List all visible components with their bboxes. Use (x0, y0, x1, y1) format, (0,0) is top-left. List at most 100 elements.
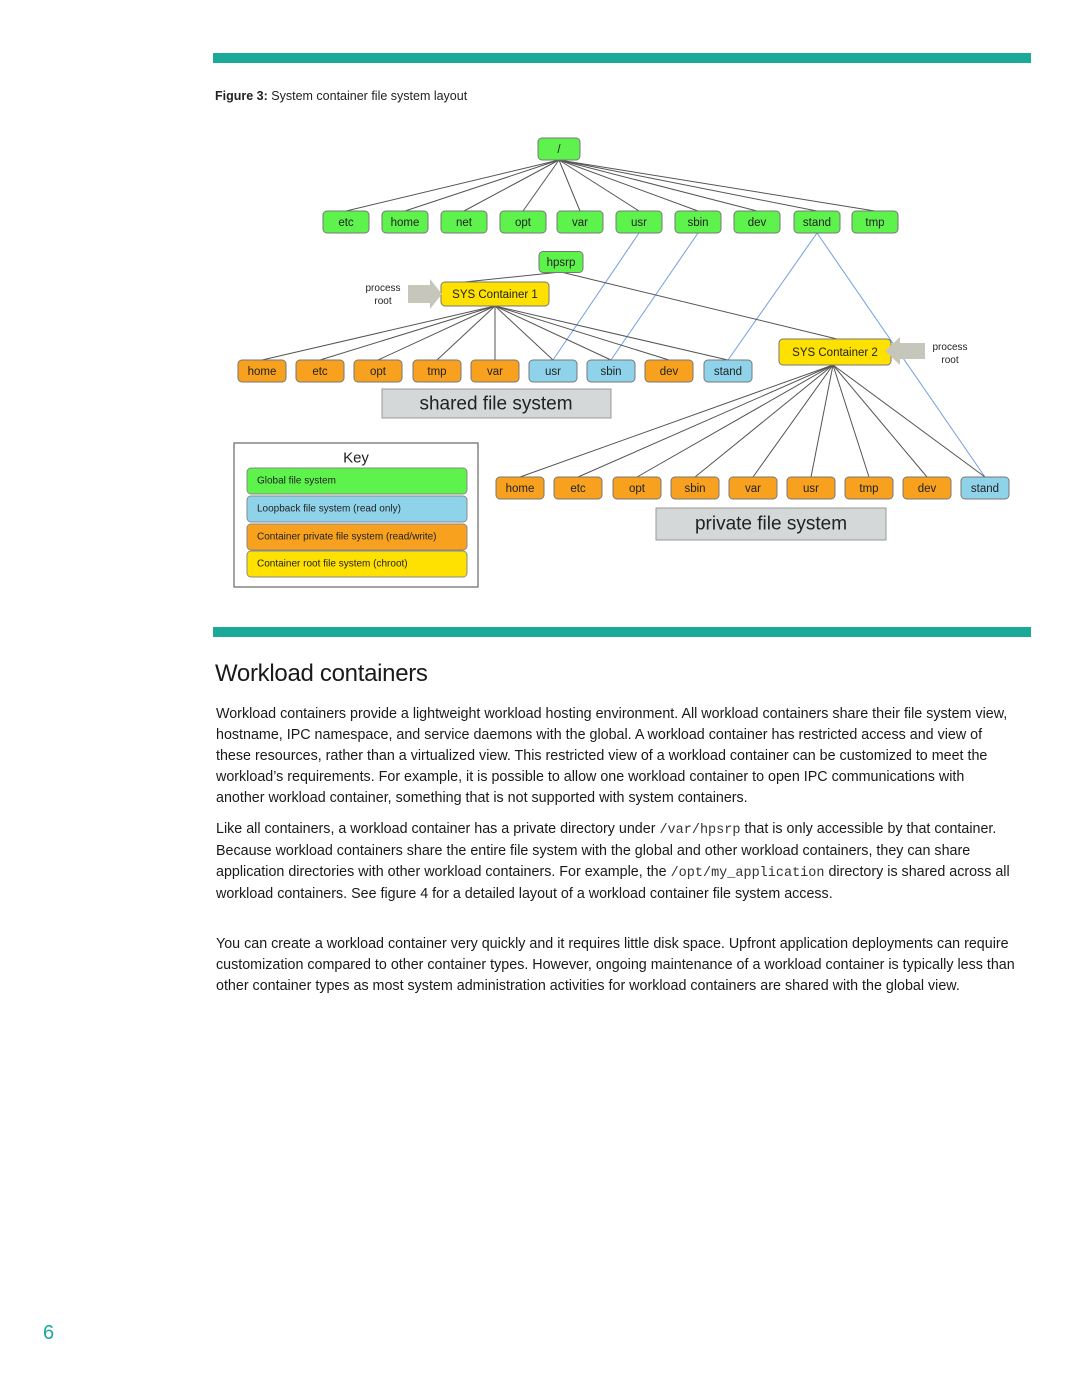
shared-file-system-label: shared file system (381, 388, 612, 419)
node-sys1-dev: dev (644, 359, 694, 383)
node-sys2-usr: usr (786, 476, 836, 500)
edge-sys1-stand (494, 305, 729, 361)
edge-root-var (558, 159, 581, 212)
node-sys1-stand: stand (703, 359, 753, 383)
page-number: 6 (43, 1322, 55, 1344)
node-sys1-tmp: tmp (412, 359, 462, 383)
node-sys2-stand: stand (960, 476, 1010, 500)
legend-label-private: Container private file system (read/writ… (257, 532, 437, 543)
edge-root-stand (558, 159, 818, 212)
shared-file-system-text: shared file system (419, 394, 572, 415)
node-sys1-usr: usr (528, 359, 578, 383)
legend-label-global: Global file system (257, 476, 336, 487)
node-top-stand-label: stand (803, 217, 831, 229)
node-sys2-tmp: tmp (844, 476, 894, 500)
edge-sys1-tmp (436, 305, 496, 361)
edge-root-etc (345, 159, 560, 212)
node-top-opt-label: opt (515, 217, 532, 229)
node-sys1-sbin: sbin (586, 359, 636, 383)
legend-key: Key Global file system Loopback file syste… (233, 442, 479, 588)
legend-item-root: Container root file system (chroot) (246, 550, 468, 578)
edge-root-home (404, 159, 560, 212)
edge-sys1-opt (377, 305, 496, 361)
node-sys-container-2-label: SYS Container 2 (792, 347, 878, 359)
private-file-system-text: private file system (695, 514, 847, 535)
node-top-tmp-label: tmp (865, 217, 884, 229)
node-sys1-usr-label: usr (545, 366, 561, 378)
edge-hpsrp-sys1 (454, 271, 562, 284)
filesystem-layout-diagram: / etc home net opt var usr sbin dev stand tmp hpsrp… (233, 137, 1010, 588)
node-hpsrp-label: hpsrp (547, 257, 576, 269)
node-top-etc: etc (322, 210, 370, 234)
process-root-label-2: process (932, 342, 967, 353)
node-sys-container-2: SYS Container 2 (778, 338, 892, 366)
edge-sys2-tmp (832, 364, 870, 478)
node-top-dev-label: dev (748, 217, 767, 229)
node-sys1-etc-label: etc (312, 366, 328, 378)
process-root-label-1b: root (374, 296, 391, 307)
code-var-hpsrp: /var/hpsrp (659, 823, 741, 838)
paragraph-2-text-a: Like all containers, a workload containe… (216, 821, 660, 837)
node-hpsrp: hpsrp (538, 251, 584, 273)
node-top-sbin: sbin (674, 210, 722, 234)
edge-sys2-dev (832, 364, 928, 478)
loopback-link-sbin-sys1 (610, 232, 699, 361)
legend-item-global: Global file system (246, 467, 468, 495)
edge-root-net (463, 159, 560, 212)
node-sys1-opt: opt (353, 359, 403, 383)
node-sys1-etc: etc (295, 359, 345, 383)
node-top-var-label: var (572, 217, 588, 229)
node-sys2-etc: etc (553, 476, 603, 500)
node-sys2-sbin: sbin (670, 476, 720, 500)
node-sys2-sbin-label: sbin (684, 483, 705, 495)
edge-sys1-home (261, 305, 496, 361)
node-sys1-sbin-label: sbin (600, 366, 621, 378)
paragraph-3: You can create a workload container very… (216, 936, 1015, 994)
node-sys1-stand-label: stand (714, 366, 742, 378)
node-sys1-home-label: home (248, 366, 277, 378)
edge-sys2-stand (832, 364, 986, 478)
node-sys-container-1: SYS Container 1 (440, 281, 550, 307)
legend-item-private: Container private file system (read/writ… (246, 523, 468, 551)
node-top-home: home (381, 210, 429, 234)
process-root-arrow-1 (408, 279, 442, 309)
node-sys2-var-label: var (745, 483, 761, 495)
node-sys1-var: var (470, 359, 520, 383)
node-sys2-opt: opt (612, 476, 662, 500)
node-top-net: net (440, 210, 488, 234)
edge-sys2-usr (810, 364, 834, 478)
section-divider-bar (213, 627, 1031, 637)
node-sys2-tmp-label: tmp (859, 483, 878, 495)
edge-root-dev (558, 159, 758, 212)
edge-sys2-var (752, 364, 834, 478)
private-file-system-label: private file system (655, 507, 887, 541)
edge-root-tmp (558, 159, 876, 212)
node-sys2-home: home (495, 476, 545, 500)
node-sys1-home: home (237, 359, 287, 383)
node-sys1-opt-label: opt (370, 366, 387, 378)
node-top-net-label: net (456, 217, 473, 229)
node-top-stand: stand (793, 210, 841, 234)
legend-title: Key (343, 450, 369, 467)
node-sys2-dev: dev (902, 476, 952, 500)
node-top-home-label: home (391, 217, 420, 229)
edge-sys1-sbin (494, 305, 612, 361)
edge-root-sbin (558, 159, 699, 212)
node-sys1-dev-label: dev (660, 366, 679, 378)
process-root-label-2b: root (941, 355, 958, 366)
paragraph-1: Workload containers provide a lightweigh… (216, 706, 1008, 806)
edge-sys1-etc (319, 305, 496, 361)
process-root-label-1: process (365, 283, 400, 294)
node-sys2-usr-label: usr (803, 483, 819, 495)
edge-sys1-usr (494, 305, 554, 361)
node-sys1-tmp-label: tmp (427, 366, 446, 378)
node-sys1-var-label: var (487, 366, 503, 378)
legend-label-root: Container root file system (chroot) (257, 559, 408, 570)
node-top-tmp: tmp (851, 210, 899, 234)
legend-label-loopback: Loopback file system (read only) (257, 504, 401, 515)
node-sys2-opt-label: opt (629, 483, 646, 495)
paragraph-2: Like all containers, a workload containe… (216, 819, 1016, 905)
node-sys2-home-label: home (506, 483, 535, 495)
node-sys2-dev-label: dev (918, 483, 937, 495)
node-sys2-var: var (728, 476, 778, 500)
